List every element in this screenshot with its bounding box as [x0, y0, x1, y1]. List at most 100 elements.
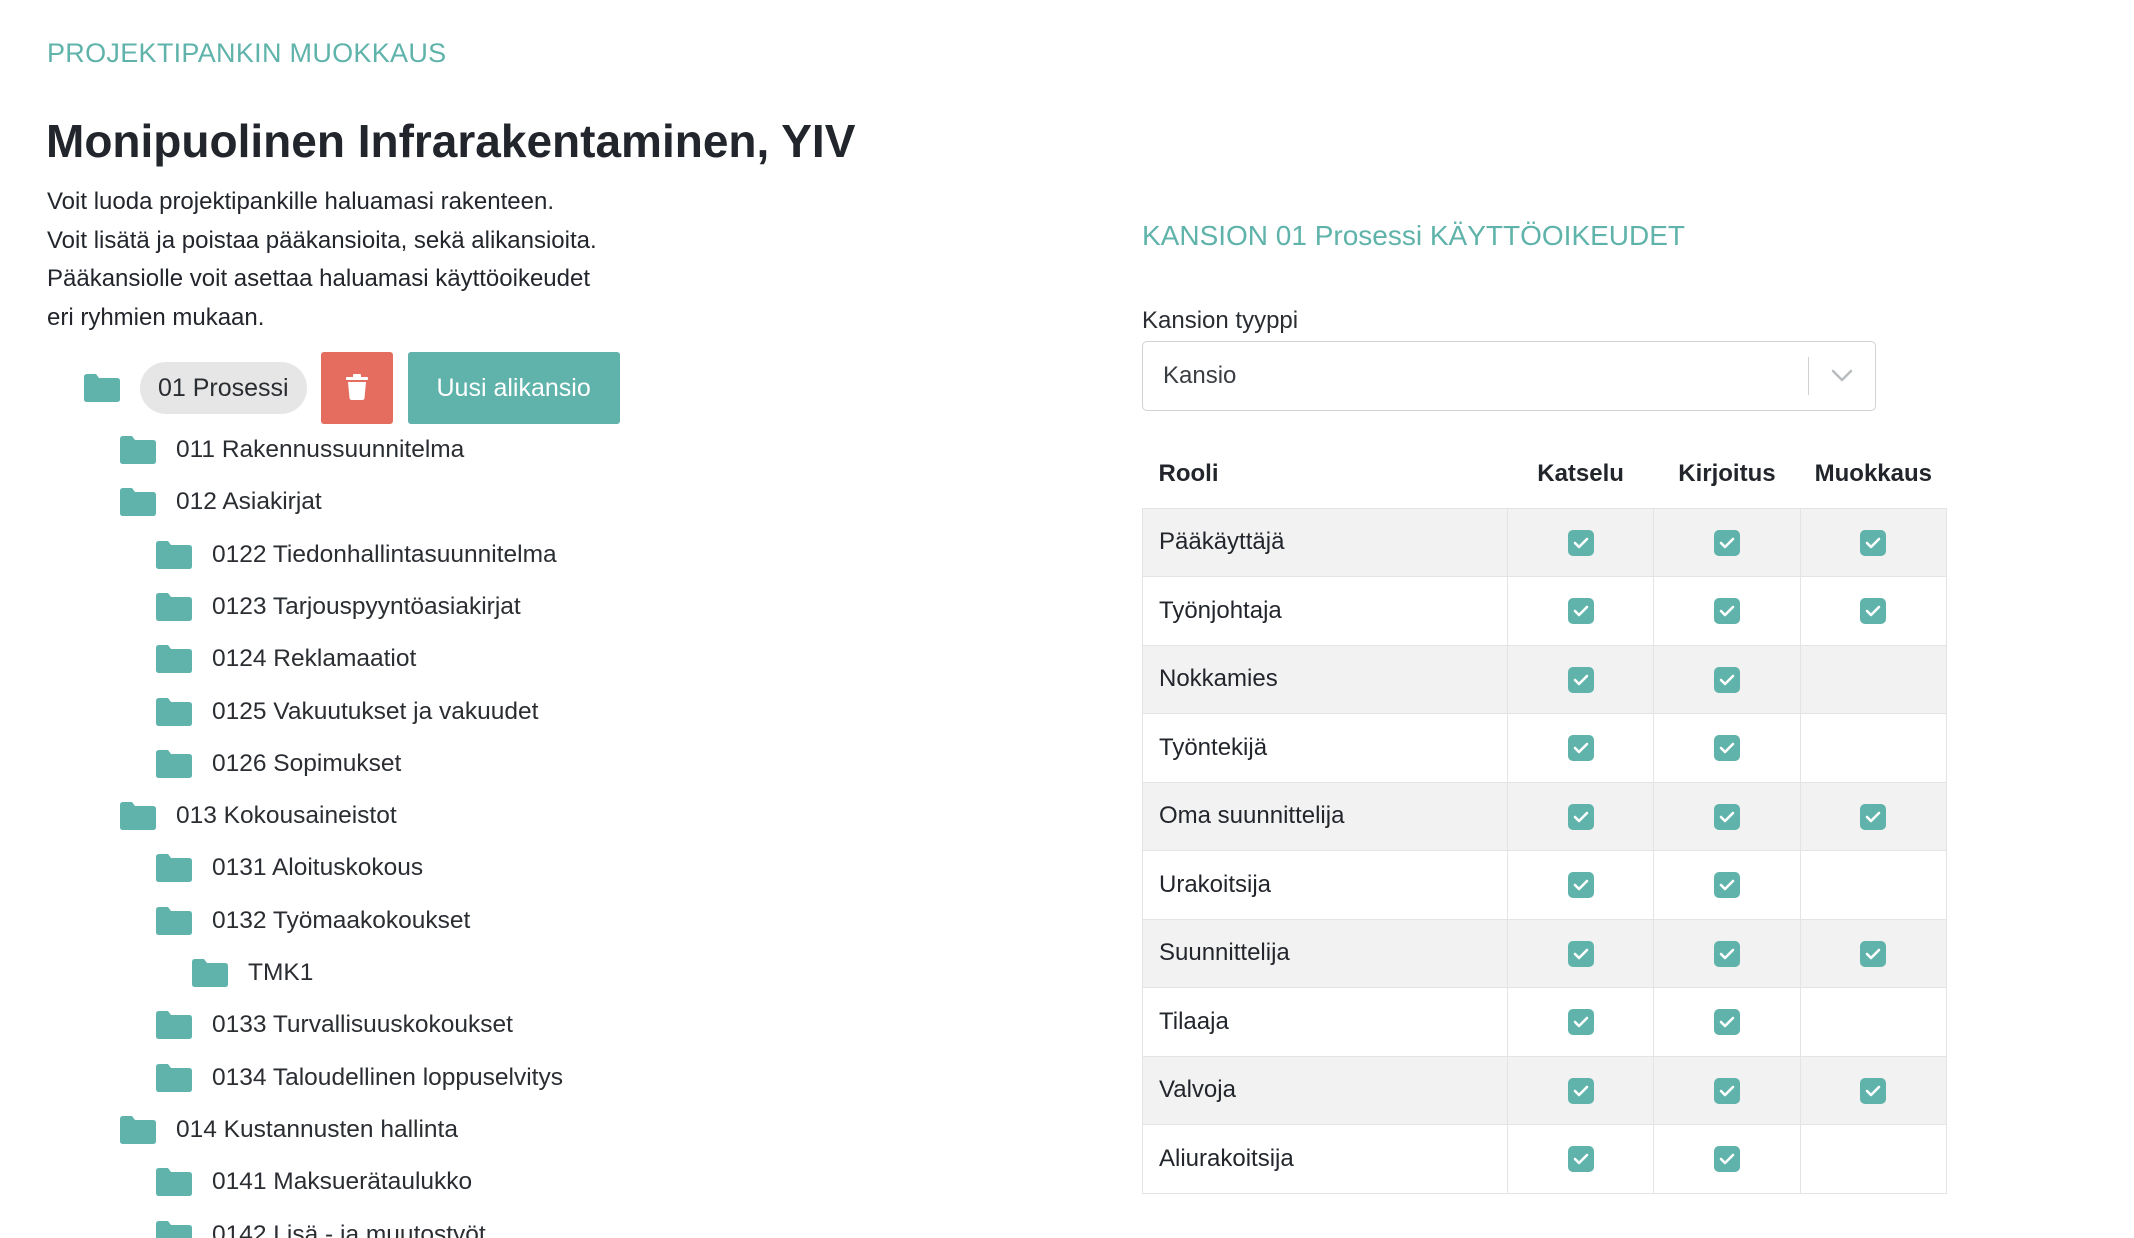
permission-cell-write[interactable] [1653, 576, 1801, 646]
tree-folder-label: 0131 Aloituskokous [212, 854, 424, 882]
tree-folder-item[interactable]: 0133 Turvallisuuskokoukset [156, 999, 513, 1051]
checkbox-checked-icon[interactable] [1567, 598, 1594, 625]
checkbox-checked-icon[interactable] [1713, 803, 1740, 830]
permission-cell-view[interactable] [1506, 781, 1655, 851]
new-subfolder-button[interactable]: Uusi alikansio [407, 352, 620, 424]
folder-icon [156, 854, 192, 883]
checkbox-checked-icon[interactable] [1713, 666, 1740, 693]
tree-folder-label: 012 Asiakirjat [176, 488, 322, 516]
tree-folder-item[interactable]: 0124 Reklamaatiot [156, 633, 416, 685]
permission-cell-write[interactable] [1653, 644, 1801, 714]
role-name: Tilaaja [1142, 987, 1508, 1057]
delete-folder-button[interactable] [320, 352, 393, 424]
column-header-role: Rooli [1158, 459, 1219, 487]
permission-cell-edit[interactable] [1799, 576, 1948, 646]
checkbox-checked-icon[interactable] [1713, 1009, 1740, 1036]
tree-folder-item[interactable]: 014 Kustannusten hallinta [120, 1104, 458, 1156]
tree-folder-label: 0126 Sopimukset [212, 749, 402, 777]
checkbox-checked-icon[interactable] [1860, 940, 1887, 967]
checkbox-checked-icon[interactable] [1567, 940, 1594, 967]
checkbox-checked-icon[interactable] [1860, 598, 1887, 625]
permission-cell-view[interactable] [1506, 850, 1655, 920]
permission-cell-view[interactable] [1506, 1055, 1655, 1125]
permission-cell-write[interactable] [1653, 918, 1801, 988]
role-name: Pääkäyttäjä [1142, 507, 1508, 577]
tree-folder-item[interactable]: TMK1 [192, 947, 313, 999]
role-name: Urakoitsija [1142, 850, 1508, 920]
checkbox-checked-icon[interactable] [1713, 1146, 1740, 1173]
permission-cell-edit[interactable] [1799, 1124, 1948, 1194]
checkbox-checked-icon[interactable] [1567, 872, 1594, 899]
checkbox-checked-icon[interactable] [1567, 1077, 1594, 1104]
tree-folder-label: 013 Kokousaineistot [176, 802, 397, 830]
permission-cell-write[interactable] [1653, 1055, 1801, 1125]
permission-cell-view[interactable] [1506, 576, 1655, 646]
folder-icon [84, 374, 120, 402]
checkbox-checked-icon[interactable] [1567, 666, 1594, 693]
permission-cell-edit[interactable] [1799, 1055, 1948, 1125]
checkbox-checked-icon[interactable] [1860, 529, 1887, 556]
tree-folder-item[interactable]: 0131 Aloituskokous [156, 842, 423, 894]
permission-cell-view[interactable] [1506, 918, 1655, 988]
permission-cell-edit[interactable] [1799, 713, 1948, 783]
checkbox-checked-icon[interactable] [1567, 1009, 1594, 1036]
permission-cell-write[interactable] [1653, 507, 1801, 577]
tree-folder-item[interactable]: 011 Rakennussuunnitelma [120, 424, 464, 476]
table-row: Työnjohtaja [1142, 576, 1948, 646]
role-name: Aliurakoitsija [1142, 1124, 1508, 1194]
tree-folder-item[interactable]: 0141 Maksuerätaulukko [156, 1156, 472, 1208]
tree-folder-item[interactable]: 0134 Taloudellinen loppuselvitys [156, 1052, 563, 1104]
chevron-down-icon[interactable] [1809, 341, 1875, 411]
checkbox-checked-icon[interactable] [1567, 735, 1594, 762]
permission-cell-edit[interactable] [1799, 781, 1948, 851]
checkbox-checked-icon[interactable] [1860, 1077, 1887, 1104]
permission-cell-edit[interactable] [1799, 644, 1948, 714]
permission-cell-view[interactable] [1506, 507, 1655, 577]
tree-root-row: 01 Prosessi Uusi alikansio [84, 352, 620, 424]
tree-folder-item[interactable]: 0122 Tiedonhallintasuunnitelma [156, 529, 557, 581]
intro-line: Voit luoda projektipankille haluamasi ra… [47, 188, 554, 215]
permission-cell-write[interactable] [1653, 850, 1801, 920]
permission-cell-write[interactable] [1653, 1124, 1801, 1194]
intro-line: Pääkansiolle voit asettaa haluamasi käyt… [47, 265, 590, 292]
checkbox-checked-icon[interactable] [1713, 1077, 1740, 1104]
permission-cell-edit[interactable] [1799, 918, 1948, 988]
permission-cell-write[interactable] [1653, 713, 1801, 783]
checkbox-checked-icon[interactable] [1713, 598, 1740, 625]
permission-cell-view[interactable] [1506, 1124, 1655, 1194]
tree-folder-label: 014 Kustannusten hallinta [176, 1115, 458, 1143]
folder-icon [156, 540, 192, 569]
folder-icon [156, 1168, 192, 1197]
tree-folder-item[interactable]: 012 Asiakirjat [120, 476, 322, 528]
tree-folder-item[interactable]: 0125 Vakuutukset ja vakuudet [156, 686, 538, 738]
checkbox-checked-icon[interactable] [1713, 529, 1740, 556]
checkbox-checked-icon[interactable] [1860, 803, 1887, 830]
folder-type-select[interactable]: Kansio [1142, 341, 1876, 411]
tree-folder-item[interactable]: 0123 Tarjouspyyntöasiakirjat [156, 581, 521, 633]
permissions-table-body: Pääkäyttäjä Työnjohtaja Nokkamies Työntekij… [1142, 507, 1948, 1194]
table-header-row: Rooli Katselu Kirjoitus Muokkaus [1143, 440, 1947, 508]
checkbox-checked-icon[interactable] [1713, 940, 1740, 967]
permission-cell-edit[interactable] [1799, 507, 1948, 577]
tree-root-folder[interactable]: 01 Prosessi [140, 362, 307, 414]
checkbox-checked-icon[interactable] [1567, 803, 1594, 830]
tree-folder-label: 0122 Tiedonhallintasuunnitelma [212, 540, 557, 568]
permission-cell-view[interactable] [1506, 713, 1655, 783]
checkbox-checked-icon[interactable] [1567, 529, 1594, 556]
permission-cell-view[interactable] [1506, 987, 1655, 1057]
checkbox-checked-icon[interactable] [1713, 735, 1740, 762]
permission-cell-edit[interactable] [1799, 987, 1948, 1057]
table-row: Urakoitsija [1142, 850, 1948, 920]
checkbox-checked-icon[interactable] [1713, 872, 1740, 899]
permission-cell-edit[interactable] [1799, 850, 1948, 920]
folder-icon [156, 1220, 192, 1238]
checkbox-checked-icon[interactable] [1567, 1146, 1594, 1173]
permission-cell-write[interactable] [1653, 987, 1801, 1057]
tree-folder-item[interactable]: 0132 Työmaakokoukset [156, 895, 470, 947]
folder-icon [156, 906, 192, 935]
tree-folder-item[interactable]: 013 Kokousaineistot [120, 790, 397, 842]
tree-folder-item[interactable]: 0142 Lisä - ja muutostyöt [156, 1209, 486, 1238]
permission-cell-write[interactable] [1653, 781, 1801, 851]
tree-folder-item[interactable]: 0126 Sopimukset [156, 738, 401, 790]
permission-cell-view[interactable] [1506, 644, 1655, 714]
